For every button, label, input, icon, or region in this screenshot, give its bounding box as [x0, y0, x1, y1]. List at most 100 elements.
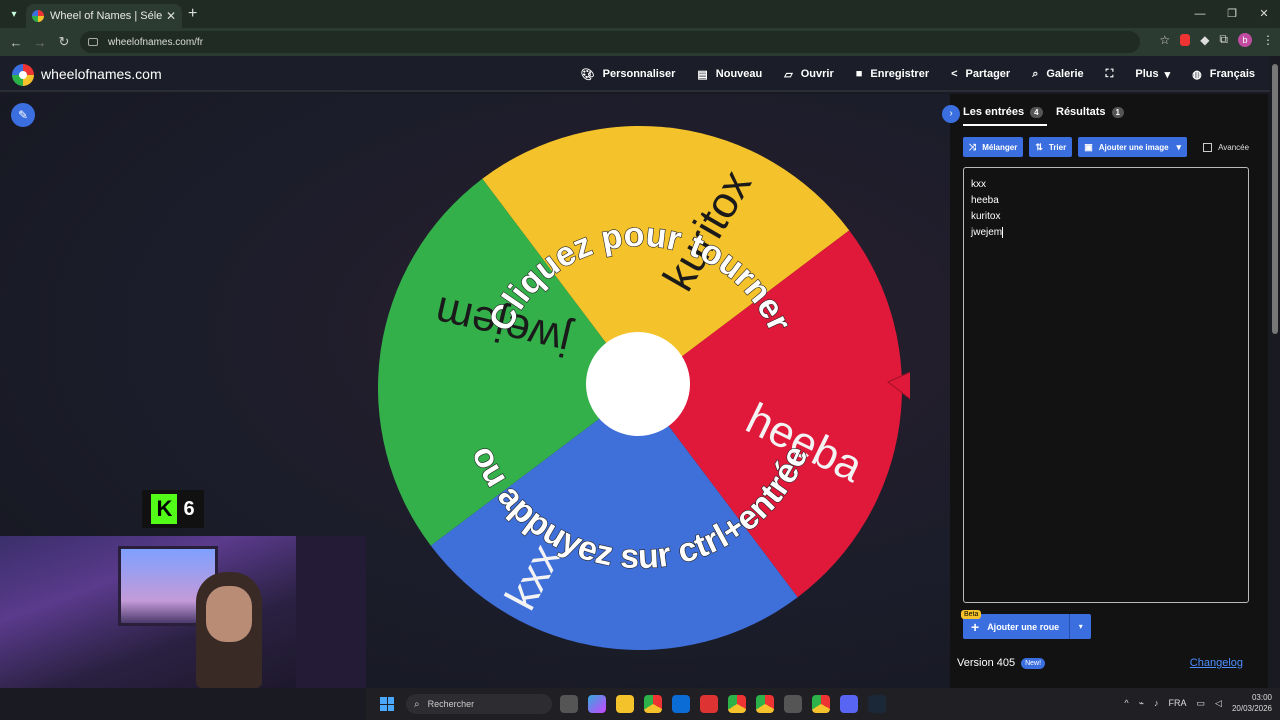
menu-gallery[interactable]: ⌕ Galerie: [1021, 68, 1094, 81]
windows-taskbar: ⌕ Rechercher ^ ⌁ ♪ FRA ▭ ◁ 03:00 20/03/2…: [366, 688, 1280, 720]
extension-diamond-icon[interactable]: ◆: [1200, 33, 1209, 47]
kick-logo-icon: K: [151, 494, 178, 524]
wheel-center[interactable]: [586, 332, 690, 436]
windows-start-icon[interactable]: [380, 697, 394, 711]
tab-title: Wheel of Names | Sélecteur de: [50, 10, 162, 22]
tab-results[interactable]: Résultats 1: [1056, 106, 1124, 118]
taskbar-clock[interactable]: 03:00 20/03/2026: [1232, 692, 1272, 714]
tray-chevron-icon[interactable]: ^: [1124, 698, 1128, 708]
kick-viewer-overlay: K 6: [142, 490, 204, 528]
menu-save[interactable]: ■ Enregistrer: [845, 68, 940, 80]
page-scrollbar[interactable]: [1270, 56, 1280, 688]
system-tray: ^ ⌁ ♪ FRA ▭ ◁ 03:00 20/03/2026: [1124, 692, 1272, 714]
entries-panel: › Les entrées 4 Résultats 1 ⤨ Mélanger ⇅ T…: [942, 94, 1268, 688]
taskbar-search-placeholder: Rechercher: [427, 699, 475, 709]
add-wheel-label: Ajouter une roue: [987, 621, 1060, 632]
display-icon[interactable]: ▭: [1197, 698, 1206, 709]
profile-avatar[interactable]: b: [1238, 32, 1252, 47]
add-image-button[interactable]: ▣ Ajouter une image ▾: [1078, 137, 1188, 157]
advanced-checkbox[interactable]: Avancée: [1203, 142, 1249, 152]
taskbar-search[interactable]: ⌕ Rechercher: [406, 694, 552, 714]
add-wheel-dropdown-icon[interactable]: ▾: [1069, 614, 1092, 639]
site-info-icon[interactable]: [88, 38, 98, 46]
microphone-icon[interactable]: ♪: [1154, 698, 1159, 708]
kick-viewer-count: 6: [183, 497, 195, 520]
extensions-puzzle-icon[interactable]: ⧉: [1219, 32, 1228, 47]
webcam-overlay: [0, 536, 366, 688]
chrome-icon[interactable]: [644, 695, 662, 713]
forward-icon[interactable]: →: [28, 35, 52, 50]
search-icon: ⌕: [414, 698, 420, 710]
menu-label: Français: [1209, 68, 1255, 80]
back-icon[interactable]: ←: [4, 35, 28, 50]
obs-icon[interactable]: [784, 695, 802, 713]
url-field[interactable]: wheelofnames.com/fr: [80, 31, 1140, 53]
file-explorer-icon[interactable]: [616, 695, 634, 713]
sort-button[interactable]: ⇅ Trier: [1029, 137, 1073, 157]
checkbox-box[interactable]: [1203, 142, 1213, 152]
version-info: Version 405 New!: [957, 657, 1046, 669]
menu-customize[interactable]: 🎨︎ Personnaliser: [570, 68, 687, 81]
entries-textarea[interactable]: kxx heeba kuritox jwejem: [963, 167, 1249, 603]
close-tab-icon[interactable]: ✕: [166, 9, 176, 23]
volume-icon[interactable]: ◁: [1215, 698, 1222, 709]
close-window-icon[interactable]: ✕: [1248, 0, 1280, 28]
bookmark-star-icon[interactable]: ☆: [1159, 33, 1170, 47]
discord-icon[interactable]: [840, 695, 858, 713]
entry-line: heeba: [971, 195, 999, 206]
chrome-profile-icon[interactable]: [728, 695, 746, 713]
entry-line: jwejem: [971, 225, 1241, 241]
changelog-link[interactable]: Changelog: [1190, 657, 1243, 669]
site-brand[interactable]: wheelofnames.com: [41, 66, 162, 82]
folder-open-icon: ▱: [784, 68, 793, 81]
tab-entries-count: 4: [1030, 106, 1043, 118]
beta-badge: Beta: [961, 610, 982, 619]
menu-label: Ouvrir: [800, 68, 834, 80]
menu-open[interactable]: ▱ Ouvrir: [773, 68, 844, 81]
chrome-alt-icon[interactable]: [812, 695, 830, 713]
taskbar-apps: [560, 695, 886, 713]
menu-label: Nouveau: [715, 68, 763, 80]
add-image-label: Ajouter une image: [1098, 142, 1169, 152]
minimize-icon[interactable]: —: [1184, 0, 1216, 28]
browser-tab[interactable]: Wheel of Names | Sélecteur de ✕: [26, 4, 182, 28]
menu-label: Galerie: [1046, 68, 1084, 80]
maximize-icon[interactable]: ❐: [1216, 0, 1248, 28]
chevron-down-icon: ▾: [1176, 141, 1182, 152]
tab-entries[interactable]: Les entrées 4: [963, 106, 1047, 126]
wheel-favicon-icon: [32, 10, 44, 22]
store-icon[interactable]: [672, 695, 690, 713]
menu-new[interactable]: ▤ Nouveau: [686, 68, 773, 81]
menu-more[interactable]: Plus ▾: [1124, 68, 1181, 81]
extension-red-icon[interactable]: [1180, 33, 1191, 46]
keyboard-language[interactable]: FRA: [1169, 698, 1187, 708]
menu-fullscreen[interactable]: ⛶: [1095, 68, 1125, 81]
entry-line-text: jwejem: [971, 227, 1003, 238]
scrollbar-thumb[interactable]: [1272, 64, 1278, 334]
sort-label: Trier: [1048, 142, 1067, 152]
task-view-icon[interactable]: [560, 695, 578, 713]
new-tab-icon[interactable]: +: [188, 5, 197, 23]
browser-menu-icon[interactable]: ⋮: [1262, 33, 1274, 47]
menu-label: Personnaliser: [602, 68, 676, 80]
reload-icon[interactable]: ↻: [52, 34, 76, 50]
copilot-icon[interactable]: [588, 695, 606, 713]
menu-share[interactable]: < Partager: [940, 68, 1021, 80]
menu-language[interactable]: ◍ Français: [1181, 68, 1266, 81]
wheel-logo-icon[interactable]: [12, 64, 34, 86]
shuffle-button[interactable]: ⤨ Mélanger: [963, 137, 1024, 157]
steam-icon[interactable]: [868, 695, 886, 713]
collapse-panel-icon[interactable]: ›: [942, 105, 960, 123]
tab-search-chevron-icon[interactable]: ▾: [0, 0, 28, 28]
menu-label: Enregistrer: [870, 68, 930, 80]
menu-label: Partager: [965, 68, 1011, 80]
spin-wheel[interactable]: kuritox heeba kxx jwejem Cliquez pour to…: [370, 118, 910, 658]
network-icon[interactable]: ⌁: [1139, 698, 1144, 709]
add-wheel-button-group: + Ajouter une roue ▾: [963, 614, 1092, 639]
wps-icon[interactable]: [700, 695, 718, 713]
webcam-face-image: [206, 586, 252, 642]
save-icon: ■: [855, 68, 863, 80]
chrome-active-icon[interactable]: [756, 695, 774, 713]
tab-results-count: 1: [1111, 106, 1124, 118]
edit-pencil-icon[interactable]: ✎: [11, 103, 35, 127]
